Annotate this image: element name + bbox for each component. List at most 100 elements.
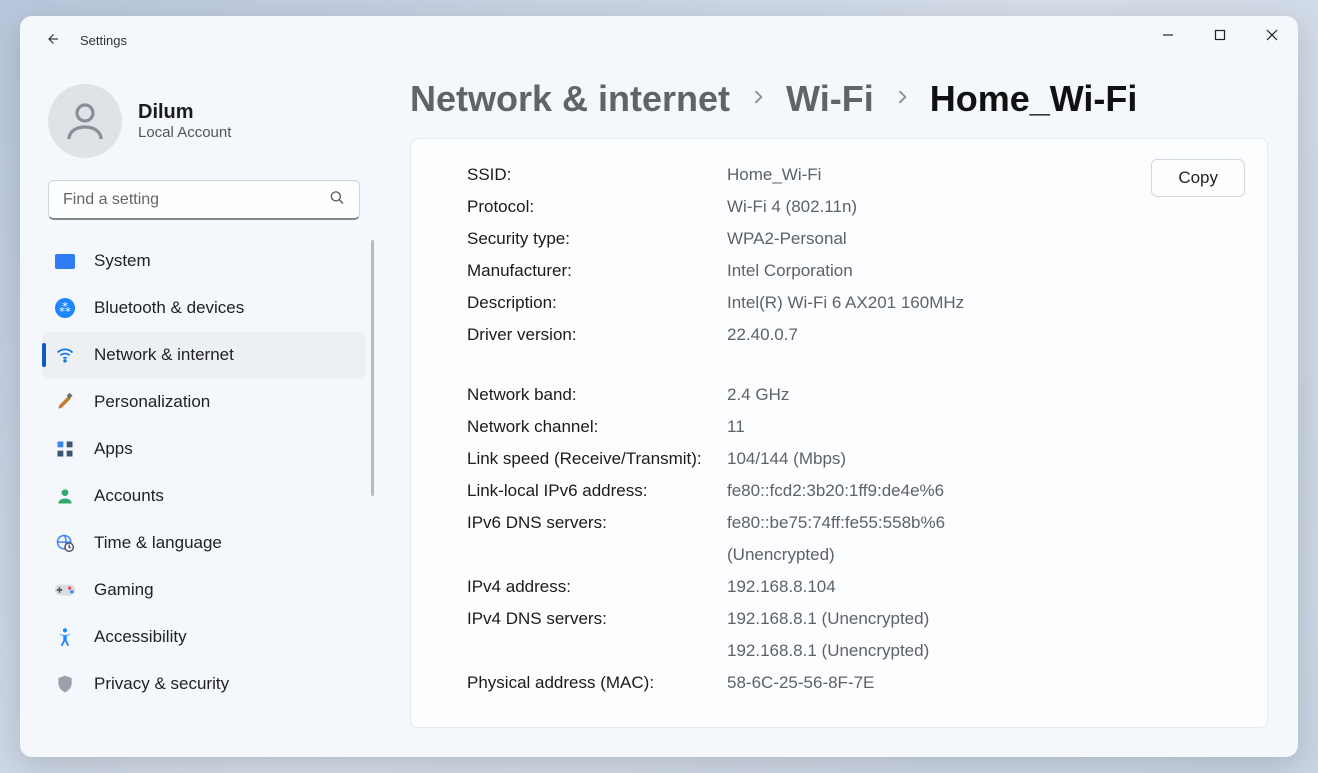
- breadcrumb-network[interactable]: Network & internet: [410, 78, 730, 120]
- sidebar-item-network[interactable]: Network & internet: [42, 332, 366, 378]
- sidebar-item-personalization[interactable]: Personalization: [42, 379, 366, 425]
- sidebar-item-label: Gaming: [94, 580, 154, 600]
- row-linkspeed: Link speed (Receive/Transmit): 104/144 (…: [467, 443, 1241, 475]
- label: Driver version:: [467, 319, 727, 351]
- breadcrumb: Network & internet Wi-Fi Home_Wi-Fi: [410, 78, 1268, 120]
- profile-type: Local Account: [138, 124, 231, 141]
- sidebar-item-label: Accounts: [94, 486, 164, 506]
- value: 104/144 (Mbps): [727, 443, 846, 475]
- minimize-button[interactable]: [1142, 16, 1194, 56]
- system-icon: [54, 250, 76, 272]
- window-controls: [1142, 16, 1298, 56]
- label: IPv4 address:: [467, 571, 727, 603]
- brush-icon: [54, 391, 76, 413]
- chevron-right-icon: [892, 87, 912, 112]
- sidebar-item-label: Personalization: [94, 392, 210, 412]
- row-protocol: Protocol: Wi-Fi 4 (802.11n): [467, 191, 1241, 223]
- value: Home_Wi-Fi: [727, 159, 821, 191]
- minimize-icon: [1162, 29, 1174, 44]
- maximize-icon: [1214, 29, 1226, 44]
- avatar: [48, 84, 122, 158]
- row-driver: Driver version: 22.40.0.7: [467, 319, 1241, 351]
- search-wrap: [48, 180, 360, 220]
- back-button[interactable]: [34, 22, 70, 58]
- back-arrow-icon: [43, 30, 61, 51]
- label: Network band:: [467, 379, 727, 411]
- maximize-button[interactable]: [1194, 16, 1246, 56]
- copy-button[interactable]: Copy: [1151, 159, 1245, 197]
- sidebar-item-system[interactable]: System: [42, 238, 366, 284]
- app-title: Settings: [80, 33, 127, 48]
- sidebar-item-gaming[interactable]: Gaming: [42, 567, 366, 613]
- close-button[interactable]: [1246, 16, 1298, 56]
- label: IPv6 DNS servers:: [467, 507, 727, 539]
- wifi-icon: [54, 344, 76, 366]
- accounts-icon: [54, 485, 76, 507]
- sidebar-item-label: Accessibility: [94, 627, 187, 647]
- sidebar-item-accounts[interactable]: Accounts: [42, 473, 366, 519]
- value: Wi-Fi 4 (802.11n): [727, 191, 857, 223]
- wifi-properties-card: Copy SSID: Home_Wi-Fi Protocol: Wi-Fi 4 …: [410, 138, 1268, 728]
- shield-icon: [54, 673, 76, 695]
- label: IPv4 DNS servers:: [467, 603, 727, 635]
- row-channel: Network channel: 11: [467, 411, 1241, 443]
- label: Physical address (MAC):: [467, 667, 727, 699]
- nav: System ⁂ Bluetooth & devices Network & i…: [42, 238, 366, 707]
- value: 11: [727, 411, 745, 443]
- sidebar-item-label: Time & language: [94, 533, 222, 553]
- sidebar-item-label: Privacy & security: [94, 674, 229, 694]
- search-icon: [328, 189, 346, 212]
- titlebar: Settings: [20, 16, 1298, 64]
- value: 192.168.8.1 (Unencrypted) 192.168.8.1 (U…: [727, 603, 929, 667]
- close-icon: [1266, 29, 1278, 44]
- apps-icon: [54, 438, 76, 460]
- row-linklocal-ipv6: Link-local IPv6 address: fe80::fcd2:3b20…: [467, 475, 1241, 507]
- main-content: Network & internet Wi-Fi Home_Wi-Fi Copy…: [380, 64, 1298, 757]
- value: fe80::be75:74ff:fe55:558b%6 (Unencrypted…: [727, 507, 945, 571]
- sidebar-item-apps[interactable]: Apps: [42, 426, 366, 472]
- value: fe80::fcd2:3b20:1ff9:de4e%6: [727, 475, 944, 507]
- value: Intel(R) Wi-Fi 6 AX201 160MHz: [727, 287, 964, 319]
- label: Link-local IPv6 address:: [467, 475, 727, 507]
- label: Link speed (Receive/Transmit):: [467, 443, 727, 475]
- row-band: Network band: 2.4 GHz: [467, 379, 1241, 411]
- sidebar-item-label: System: [94, 251, 151, 271]
- bluetooth-icon: ⁂: [54, 297, 76, 319]
- profile[interactable]: Dilum Local Account: [42, 84, 366, 158]
- sidebar: Dilum Local Account System ⁂ Bluet: [20, 64, 380, 757]
- value: 58-6C-25-56-8F-7E: [727, 667, 874, 699]
- globe-clock-icon: [54, 532, 76, 554]
- label: Protocol:: [467, 191, 727, 223]
- value: WPA2-Personal: [727, 223, 847, 255]
- accessibility-icon: [54, 626, 76, 648]
- row-ipv4: IPv4 address: 192.168.8.104: [467, 571, 1241, 603]
- profile-name: Dilum: [138, 101, 231, 124]
- value: 22.40.0.7: [727, 319, 798, 351]
- label: SSID:: [467, 159, 727, 191]
- row-ipv6-dns: IPv6 DNS servers: fe80::be75:74ff:fe55:5…: [467, 507, 1241, 571]
- row-mac: Physical address (MAC): 58-6C-25-56-8F-7…: [467, 667, 1241, 699]
- value: 192.168.8.104: [727, 571, 836, 603]
- search-input[interactable]: [48, 180, 360, 220]
- row-ipv4-dns: IPv4 DNS servers: 192.168.8.1 (Unencrypt…: [467, 603, 1241, 667]
- row-security: Security type: WPA2-Personal: [467, 223, 1241, 255]
- scrollbar[interactable]: [371, 240, 374, 496]
- value: 2.4 GHz: [727, 379, 789, 411]
- gaming-icon: [54, 579, 76, 601]
- label: Manufacturer:: [467, 255, 727, 287]
- breadcrumb-current: Home_Wi-Fi: [930, 78, 1138, 120]
- row-ssid: SSID: Home_Wi-Fi: [467, 159, 1241, 191]
- sidebar-item-bluetooth[interactable]: ⁂ Bluetooth & devices: [42, 285, 366, 331]
- chevron-right-icon: [748, 87, 768, 112]
- sidebar-item-privacy[interactable]: Privacy & security: [42, 661, 366, 707]
- breadcrumb-wifi[interactable]: Wi-Fi: [786, 78, 874, 120]
- settings-window: Settings Dilum Local Account: [20, 16, 1298, 757]
- row-description: Description: Intel(R) Wi-Fi 6 AX201 160M…: [467, 287, 1241, 319]
- sidebar-item-label: Apps: [94, 439, 133, 459]
- sidebar-item-label: Network & internet: [94, 345, 234, 365]
- row-manufacturer: Manufacturer: Intel Corporation: [467, 255, 1241, 287]
- sidebar-item-accessibility[interactable]: Accessibility: [42, 614, 366, 660]
- sidebar-item-time[interactable]: Time & language: [42, 520, 366, 566]
- label: Security type:: [467, 223, 727, 255]
- value: Intel Corporation: [727, 255, 853, 287]
